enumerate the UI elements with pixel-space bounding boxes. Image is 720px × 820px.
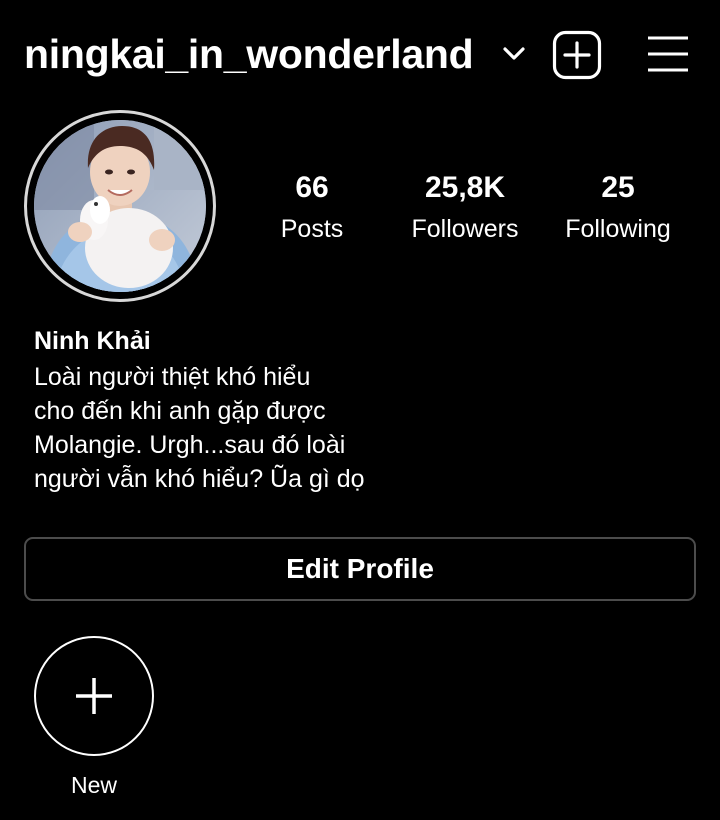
- add-post-icon[interactable]: [552, 30, 602, 80]
- chevron-down-icon[interactable]: [500, 40, 528, 68]
- edit-profile-button[interactable]: Edit Profile: [24, 537, 696, 601]
- bio-line: Molangie. Urgh...sau đó loài: [34, 431, 346, 459]
- following-stat[interactable]: 25 Following: [538, 168, 698, 250]
- bio-line: cho đến khi anh gặp được: [34, 397, 326, 425]
- display-name: Ninh Khải: [34, 327, 151, 355]
- followers-count: 25,8K: [424, 171, 506, 204]
- followers-label: Followers: [411, 215, 519, 243]
- profile-photo: [34, 120, 206, 292]
- avatar[interactable]: [34, 120, 206, 292]
- plus-icon: [76, 678, 112, 714]
- profile-screen: ningkai_in_wonderland 66 Posts 25,8K Fol…: [0, 0, 720, 820]
- following-count: 25: [601, 171, 635, 204]
- profile-header: ningkai_in_wonderland: [0, 0, 720, 110]
- bio-text: Loài người thiệt khó hiểu cho đến khi an…: [34, 360, 454, 496]
- followers-stat[interactable]: 25,8K Followers: [385, 168, 545, 250]
- username-title[interactable]: ningkai_in_wonderland: [24, 28, 474, 80]
- bio-line: người vẫn khó hiểu? Ũa gì dọ: [34, 465, 365, 493]
- hamburger-menu-icon[interactable]: [646, 34, 690, 74]
- posts-label: Posts: [280, 215, 344, 243]
- bio-line: Loài người thiệt khó hiểu: [34, 363, 311, 391]
- posts-count: 66: [295, 171, 329, 204]
- following-label: Following: [565, 215, 671, 243]
- new-highlight-label: New: [70, 772, 117, 798]
- posts-stat[interactable]: 66 Posts: [232, 168, 392, 250]
